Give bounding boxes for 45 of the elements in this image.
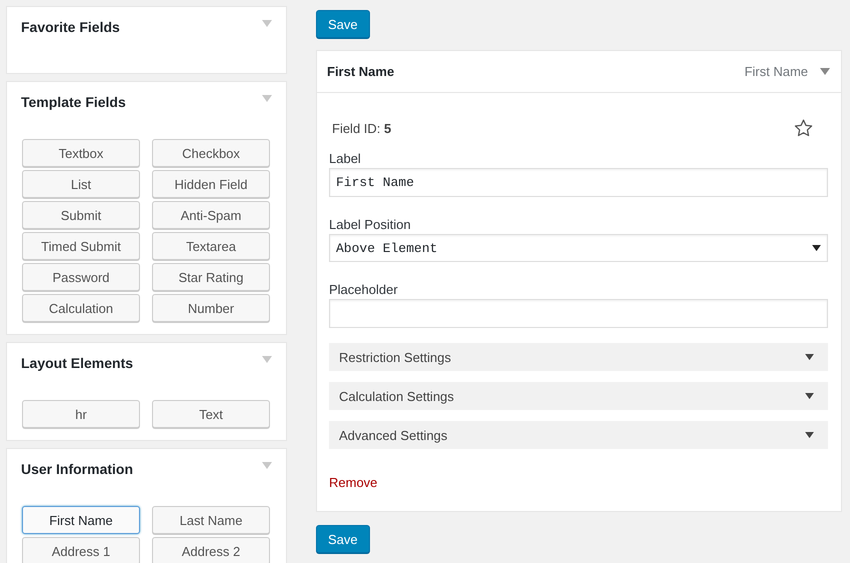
panel-title: Favorite Fields [21, 19, 120, 35]
field-button[interactable]: Timed Submit [22, 232, 140, 260]
field-button[interactable]: Star Rating [152, 263, 270, 291]
field-id: Field ID: 5 [332, 120, 392, 136]
star-icon[interactable] [794, 119, 813, 137]
field-button[interactable]: First Name [22, 506, 140, 534]
field-label: Label [329, 151, 362, 166]
save-button[interactable]: Save [316, 525, 370, 553]
field-button[interactable]: Number [152, 294, 270, 322]
field-button[interactable]: List [22, 170, 140, 198]
field-label: Placeholder [329, 282, 399, 297]
field-button[interactable]: Anti-Spam [152, 201, 270, 229]
field-button[interactable]: Text [152, 400, 270, 428]
settings-section[interactable]: Advanced Settings [329, 421, 828, 449]
field-button[interactable]: Password [22, 263, 140, 291]
caret-icon[interactable] [262, 462, 272, 470]
field-button[interactable]: Address 1 [22, 537, 140, 563]
panel-title: User Information [21, 461, 134, 477]
field-button[interactable]: Last Name [152, 506, 270, 534]
field-button[interactable]: Checkbox [152, 139, 270, 167]
field-label: Label Position [329, 217, 412, 232]
field-button[interactable]: Submit [22, 201, 140, 229]
panel-title: Template Fields [21, 94, 126, 110]
caret-icon[interactable] [820, 68, 830, 76]
field-type: First Name [744, 64, 808, 79]
field-button[interactable]: Textbox [22, 139, 140, 167]
caret-icon[interactable] [262, 356, 272, 364]
field-button[interactable]: hr [22, 400, 140, 428]
field-button[interactable]: Hidden Field [152, 170, 270, 198]
field-button[interactable]: Address 2 [152, 537, 270, 563]
placeholder-input[interactable] [329, 299, 828, 328]
label-input[interactable]: First Name [329, 168, 828, 197]
field-header[interactable]: First Name First Name [317, 51, 841, 93]
field-button[interactable]: Textarea [152, 232, 270, 260]
label-position-select[interactable]: Above Element [329, 234, 828, 262]
field-title: First Name [327, 64, 396, 79]
caret-icon[interactable] [262, 20, 272, 28]
panel-title: Layout Elements [21, 355, 134, 371]
remove-link[interactable]: Remove [329, 475, 378, 490]
settings-section[interactable]: Restriction Settings [329, 343, 828, 371]
caret-icon [812, 244, 821, 252]
settings-section[interactable]: Calculation Settings [329, 382, 828, 410]
save-button[interactable]: Save [316, 10, 370, 38]
caret-icon[interactable] [262, 95, 272, 103]
field-button[interactable]: Calculation [22, 294, 140, 322]
